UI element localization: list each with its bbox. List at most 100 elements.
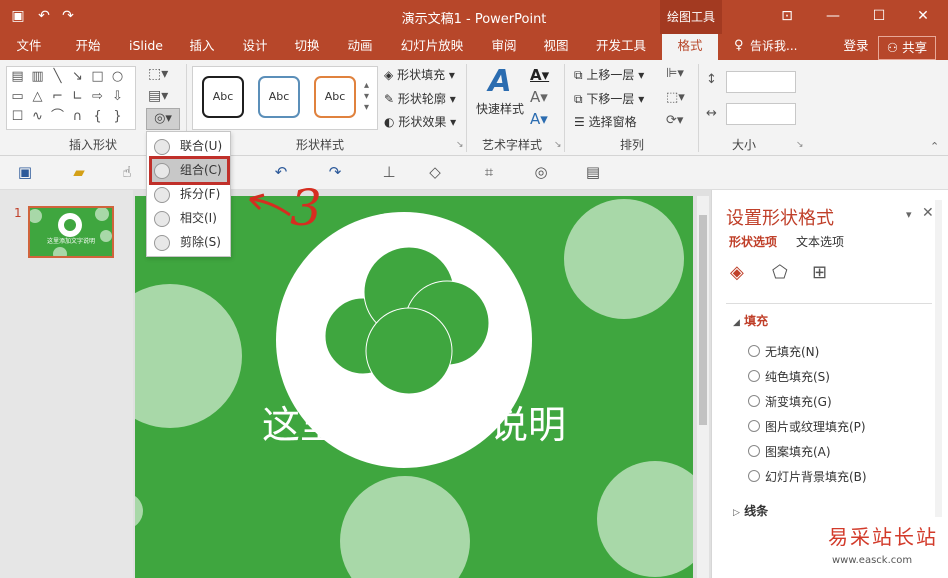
menu-item-intersect[interactable]: 相交(I) [150,207,227,230]
crop-icon[interactable]: ⌗ [478,162,500,182]
fill-option[interactable]: 幻灯片背景填充(B) [748,468,867,485]
bring-forward-button[interactable]: ⧉ 上移一层 ▾ [574,66,644,83]
merge-icon[interactable]: ◎ [530,162,552,182]
shape-effects-button[interactable]: ◐ 形状效果 ▾ [384,113,456,130]
brace-right-shape-icon[interactable]: } [109,109,126,124]
pane-close-icon[interactable]: ✕ [922,205,934,221]
textbox-icon[interactable]: ▤▾ [148,88,168,104]
merge-shapes-button[interactable]: ◎▾ [146,108,180,130]
line-shape-icon[interactable]: ╲ [49,69,66,84]
oval-shape-icon[interactable]: ○ [109,69,126,84]
shape-height-input[interactable] [726,71,796,93]
text-effects-icon[interactable]: A▾ [530,110,548,128]
tab-view[interactable]: 视图 [534,34,578,60]
dialog-launcher-icon[interactable]: ↘ [456,140,464,150]
line-section-header[interactable]: ▷ 线条 [733,502,768,519]
size-properties-icon[interactable]: ⊞ [812,262,827,283]
close-icon[interactable]: ✕ [908,6,938,26]
selection-pane-button[interactable]: ☰ 选择窗格 [574,113,637,130]
bg-circle[interactable] [135,493,143,529]
quick-styles-button[interactable]: A 快速样式 [474,64,526,120]
redo-icon[interactable]: ↷ [324,162,346,182]
shape-style-sample-1[interactable]: Abc [202,76,244,118]
shape-style-sample-3[interactable]: Abc [314,76,356,118]
arc-shape-icon[interactable]: ⌒ [49,109,66,124]
radio-button[interactable] [748,395,760,407]
ribbon-display-icon[interactable]: ⊡ [772,6,802,26]
brace-left-shape-icon[interactable]: { [89,109,106,124]
text-outline-icon[interactable]: A▾ [530,88,548,106]
radio-button[interactable] [748,470,760,482]
radio-button[interactable] [748,370,760,382]
tell-me-box[interactable]: 告诉我... [750,34,806,60]
minimize-icon[interactable]: — [818,6,848,26]
scrollbar-thumb[interactable] [699,215,707,425]
bg-circle[interactable] [340,476,470,578]
tab-format[interactable]: 格式 [662,34,718,60]
share-button[interactable]: ⚇ 共享 [878,36,936,60]
undo-icon[interactable]: ↶ [270,162,292,182]
rounded-rect-shape-icon[interactable]: ▭ [9,89,26,104]
tab-text-options[interactable]: 文本选项 [796,233,844,250]
shape-fill-button[interactable]: ◈ 形状填充 ▾ [384,66,455,83]
connector-shape-icon[interactable]: ∟ [69,89,86,104]
tab-shape-options[interactable]: 形状选项 [729,233,777,250]
right-arrow-shape-icon[interactable]: ⇨ [89,89,106,104]
save-icon[interactable]: ▣ [14,162,36,182]
down-arrow-shape-icon[interactable]: ⇩ [109,89,126,104]
effects-pentagon-icon[interactable]: ⬠ [772,262,788,283]
tab-animations[interactable]: 动画 [338,34,382,60]
shape-width-input[interactable] [726,103,796,125]
tab-file[interactable]: 文件 [8,34,50,60]
menu-item-union[interactable]: 联合(U) [150,135,227,158]
collapse-ribbon-icon[interactable]: ⌃ [930,140,939,153]
freeform-shape-icon[interactable]: ∿ [29,109,46,124]
menu-item-subtract[interactable]: 剪除(S) [150,231,227,254]
fill-section-header[interactable]: ◢ 填充 [733,312,768,329]
gallery-more-icon[interactable]: ▴ ▾ ▾ [364,80,369,113]
dialog-launcher-icon[interactable]: ↘ [796,140,804,150]
textbox-shape-icon[interactable]: ▤ [9,69,26,84]
slide-caption[interactable]: 这里添加文字说明 [135,401,693,449]
textbox-icon[interactable]: ▤ [582,162,604,182]
fill-option[interactable]: 纯色填充(S) [748,368,830,385]
radio-button[interactable] [748,445,760,457]
fill-option[interactable]: 渐变填充(G) [748,393,832,410]
arrow-line-shape-icon[interactable]: ↘ [69,69,86,84]
text-fill-icon[interactable]: A▾ [530,66,549,84]
tab-developer[interactable]: 开发工具 [590,34,652,60]
open-folder-icon[interactable]: ▰ [68,162,90,182]
edit-shape-icon[interactable]: ⬚▾ [148,66,168,82]
send-backward-button[interactable]: ⧉ 下移一层 ▾ [574,90,644,107]
pane-options-icon[interactable]: ▾ [906,208,912,221]
tab-transitions[interactable]: 切换 [285,34,329,60]
rectangle-shape-icon[interactable]: □ [89,69,106,84]
login-link[interactable]: 登录 [838,34,874,60]
shape-style-sample-2[interactable]: Abc [258,76,300,118]
menu-item-fragment[interactable]: 拆分(F) [150,183,227,206]
bg-circle[interactable] [564,199,684,319]
elbow-shape-icon[interactable]: ⌐ [49,89,66,104]
vertical-textbox-shape-icon[interactable]: ▥ [29,69,46,84]
tab-islide[interactable]: iSlide [124,34,168,60]
group-objects-icon[interactable]: ⬚▾ [666,90,685,105]
fill-option[interactable]: 图片或纹理填充(P) [748,418,866,435]
rotate-icon[interactable]: ⟳▾ [666,113,683,128]
shapes-gallery[interactable]: ▤ ▥ ╲ ↘ □ ○ ▭ △ ⌐ ∟ ⇨ ⇩ ☐ ∿ ⌒ ∩ { } [6,66,136,130]
tab-design[interactable]: 设计 [233,34,277,60]
radio-button[interactable] [748,345,760,357]
fill-option[interactable]: 图案填充(A) [748,443,831,460]
tab-review[interactable]: 审阅 [482,34,526,60]
align-center-icon[interactable]: ⊥ [378,162,400,182]
radio-button[interactable] [748,420,760,432]
maximize-icon[interactable]: ☐ [864,6,894,26]
triangle-shape-icon[interactable]: △ [29,89,46,104]
merged-shape-circle[interactable] [365,307,453,395]
tab-home[interactable]: 开始 [66,34,110,60]
dialog-launcher-icon[interactable]: ↘ [554,140,562,150]
tab-slideshow[interactable]: 幻灯片放映 [396,34,468,60]
plaque-shape-icon[interactable]: ☐ [9,109,26,124]
shape-tool-icon[interactable]: ◇ [424,162,446,182]
align-icon[interactable]: ⊫▾ [666,66,684,81]
bg-circle[interactable] [597,461,693,577]
